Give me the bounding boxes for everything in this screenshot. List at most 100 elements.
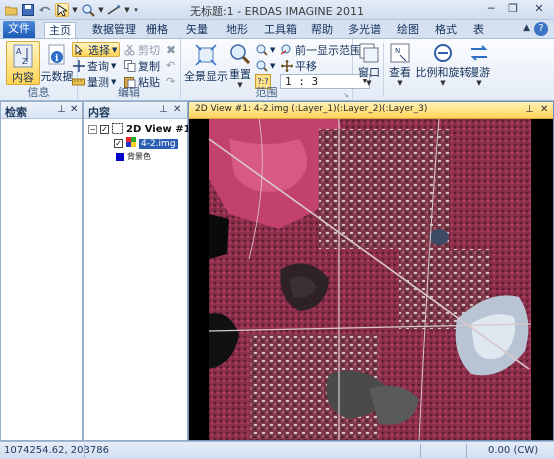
close-icon[interactable]: ✕ (173, 104, 181, 115)
pan-button[interactable]: 平移 (280, 58, 317, 73)
contents-tree: − ✓ 2D View #1 ✓ 4-2.img 背景色 (84, 120, 191, 440)
previous-extent-button[interactable]: 前一显示范围 (280, 42, 361, 57)
tab-home[interactable]: 主页 (44, 22, 76, 38)
content-button[interactable]: AZ 内容 (6, 41, 40, 85)
select-button[interactable]: 选择 ▼ (72, 42, 121, 57)
layer-name: 4-2.img (139, 138, 178, 149)
tab-multispectral[interactable]: 多光谱 (344, 22, 385, 38)
content-az-icon: AZ (11, 44, 35, 68)
view-name: 2D View #1 (126, 124, 191, 135)
tree-layer-node[interactable]: ✓ 4-2.img (114, 137, 178, 150)
close-icon[interactable]: ✕ (540, 104, 548, 115)
copy-label: 复制 (138, 59, 160, 73)
tab-help[interactable]: 帮助 (307, 22, 337, 38)
roam-arrows-icon (467, 43, 491, 63)
chevron-down-icon: ▼ (270, 61, 276, 70)
copy-button[interactable]: 复制 (123, 58, 160, 73)
chevron-down-icon: ▼ (440, 79, 446, 87)
scissors-icon (123, 43, 136, 56)
previous-extent-icon (280, 43, 293, 56)
cut-button[interactable]: 剪切 (123, 42, 160, 57)
chevron-down-icon: ▼ (366, 79, 372, 87)
pin-icon[interactable]: ⊥ (57, 104, 66, 115)
close-icon[interactable]: ✕ (524, 0, 554, 17)
contents-panel: 内容 ⊥ ✕ − ✓ 2D View #1 ✓ 4-2.img 背景色 (83, 101, 191, 441)
window-controls: ─ ❐ ✕ (480, 0, 554, 17)
pin-icon[interactable]: ⊥ (525, 104, 534, 115)
view-checkbox[interactable]: ✓ (100, 125, 109, 134)
close-icon[interactable]: ✕ (70, 104, 78, 115)
dialog-launcher-icon[interactable]: ↘ (343, 91, 349, 99)
tab-terrain[interactable]: 地形 (222, 22, 252, 38)
background-label: 背景色 (127, 152, 151, 161)
pin-icon[interactable]: ⊥ (159, 104, 168, 115)
view-label: 查看 (389, 66, 411, 79)
tree-view-node[interactable]: − ✓ 2D View #1 (88, 122, 191, 137)
window-title: 无标题:1 - ERDAS IMAGINE 2011 (189, 5, 365, 18)
view-2d-window[interactable]: 2D View #1: 4-2.img (:Layer_1)(:Layer_2)… (188, 101, 554, 441)
delete-icon[interactable]: ✖ (166, 42, 176, 57)
tab-data-management[interactable]: 数据管理 (88, 22, 140, 38)
ribbon-tabs: 文件 主页 数据管理 栅格 矢量 地形 工具箱 帮助 多光谱 绘图 格式 表 ?… (0, 20, 554, 38)
query-button[interactable]: 查询 ▼ (72, 58, 116, 73)
cut-label: 剪切 (138, 43, 160, 57)
view-button[interactable]: N 查看 ▼ (387, 41, 413, 87)
metadata-info-icon: i (45, 43, 69, 67)
satellite-image[interactable] (189, 119, 553, 440)
svg-text:N: N (395, 47, 400, 55)
edit-group: 选择 ▼ 查询 ▼ 量测 ▼ 剪切 复制 粘贴 ✖ ↶ ↷ 编辑 (72, 39, 181, 101)
roam-button[interactable]: 漫游 ▼ (466, 41, 492, 87)
select-label: 选择 (88, 43, 110, 57)
help-question-icon[interactable]: ? (534, 22, 548, 36)
copy-icon (123, 59, 136, 72)
scale-rotate-label: 比例和旋转 (415, 66, 471, 79)
tab-table[interactable]: 表 (469, 22, 488, 38)
layer-checkbox[interactable]: ✓ (114, 139, 123, 148)
tab-file[interactable]: 文件 (3, 21, 35, 38)
fit-to-frame-button[interactable]: 全景显示 (184, 41, 228, 85)
maximize-icon[interactable]: ❐ (502, 0, 524, 17)
zoom-out-icon (255, 59, 268, 72)
edit-group-label: 编辑 (118, 86, 140, 99)
tab-drawing[interactable]: 绘图 (393, 22, 423, 38)
minimize-icon[interactable]: ─ (480, 0, 502, 17)
view-title: 2D View #1: 4-2.img (:Layer_1)(:Layer_2)… (195, 104, 428, 114)
tab-format[interactable]: 格式 (431, 22, 461, 38)
ribbon-collapse-icon[interactable]: ▲ (523, 23, 530, 33)
cursor-coordinates: 1074254.62, 203786 (4, 445, 109, 456)
raster-layer-icon (126, 137, 136, 150)
status-separator (466, 444, 467, 458)
background-color-swatch (116, 152, 124, 161)
chevron-down-icon: ▼ (270, 45, 276, 54)
zoom-out-button[interactable]: ▼ (255, 58, 275, 73)
reset-label: 重置 (229, 68, 251, 81)
view-frame-icon (112, 122, 123, 137)
view-header: 2D View #1: 4-2.img (:Layer_1)(:Layer_2)… (189, 102, 553, 119)
fit-to-frame-label: 全景显示 (184, 70, 228, 83)
tab-raster[interactable]: 栅格 (142, 22, 172, 38)
tab-vector[interactable]: 矢量 (182, 22, 212, 38)
title-bar: ▼ ▼ ▼ ▾ 无标题:1 - ERDAS IMAGINE 2011 ─ ❐ ✕ (0, 0, 554, 20)
roam-label: 漫游 (468, 66, 490, 79)
reset-button[interactable]: 重置 ▼ (227, 41, 253, 89)
chevron-down-icon: ▼ (397, 79, 403, 87)
zoom-in-button[interactable]: ▼ (255, 42, 275, 57)
undo-icon[interactable]: ↶ (166, 58, 175, 73)
metadata-button[interactable]: i 元数据 (40, 41, 74, 85)
tab-toolbox[interactable]: 工具箱 (260, 22, 301, 38)
window-button[interactable]: 窗口 ▼ (356, 41, 382, 87)
chevron-down-icon: ▼ (111, 61, 117, 70)
svg-text:A: A (16, 47, 22, 56)
zoom-in-icon (255, 43, 268, 56)
status-separator (420, 444, 421, 458)
scale-rotate-icon (431, 43, 455, 63)
contents-panel-title: 内容 (88, 106, 110, 119)
rotation-readout: 0.00 (CW) (488, 445, 539, 456)
tree-background-node[interactable]: 背景色 (116, 150, 151, 163)
fit-frame-icon (194, 43, 218, 67)
retrieve-panel-title: 检索 (5, 106, 27, 119)
scale-rotate-button[interactable]: 比例和旋转 ▼ (415, 41, 471, 87)
pan-arrows-icon (280, 59, 293, 72)
collapse-icon[interactable]: − (88, 125, 97, 134)
ribbon: AZ 内容 i 元数据 信息 选择 ▼ 查询 ▼ 量测 ▼ 剪切 复制 粘贴 ✖… (0, 38, 554, 101)
